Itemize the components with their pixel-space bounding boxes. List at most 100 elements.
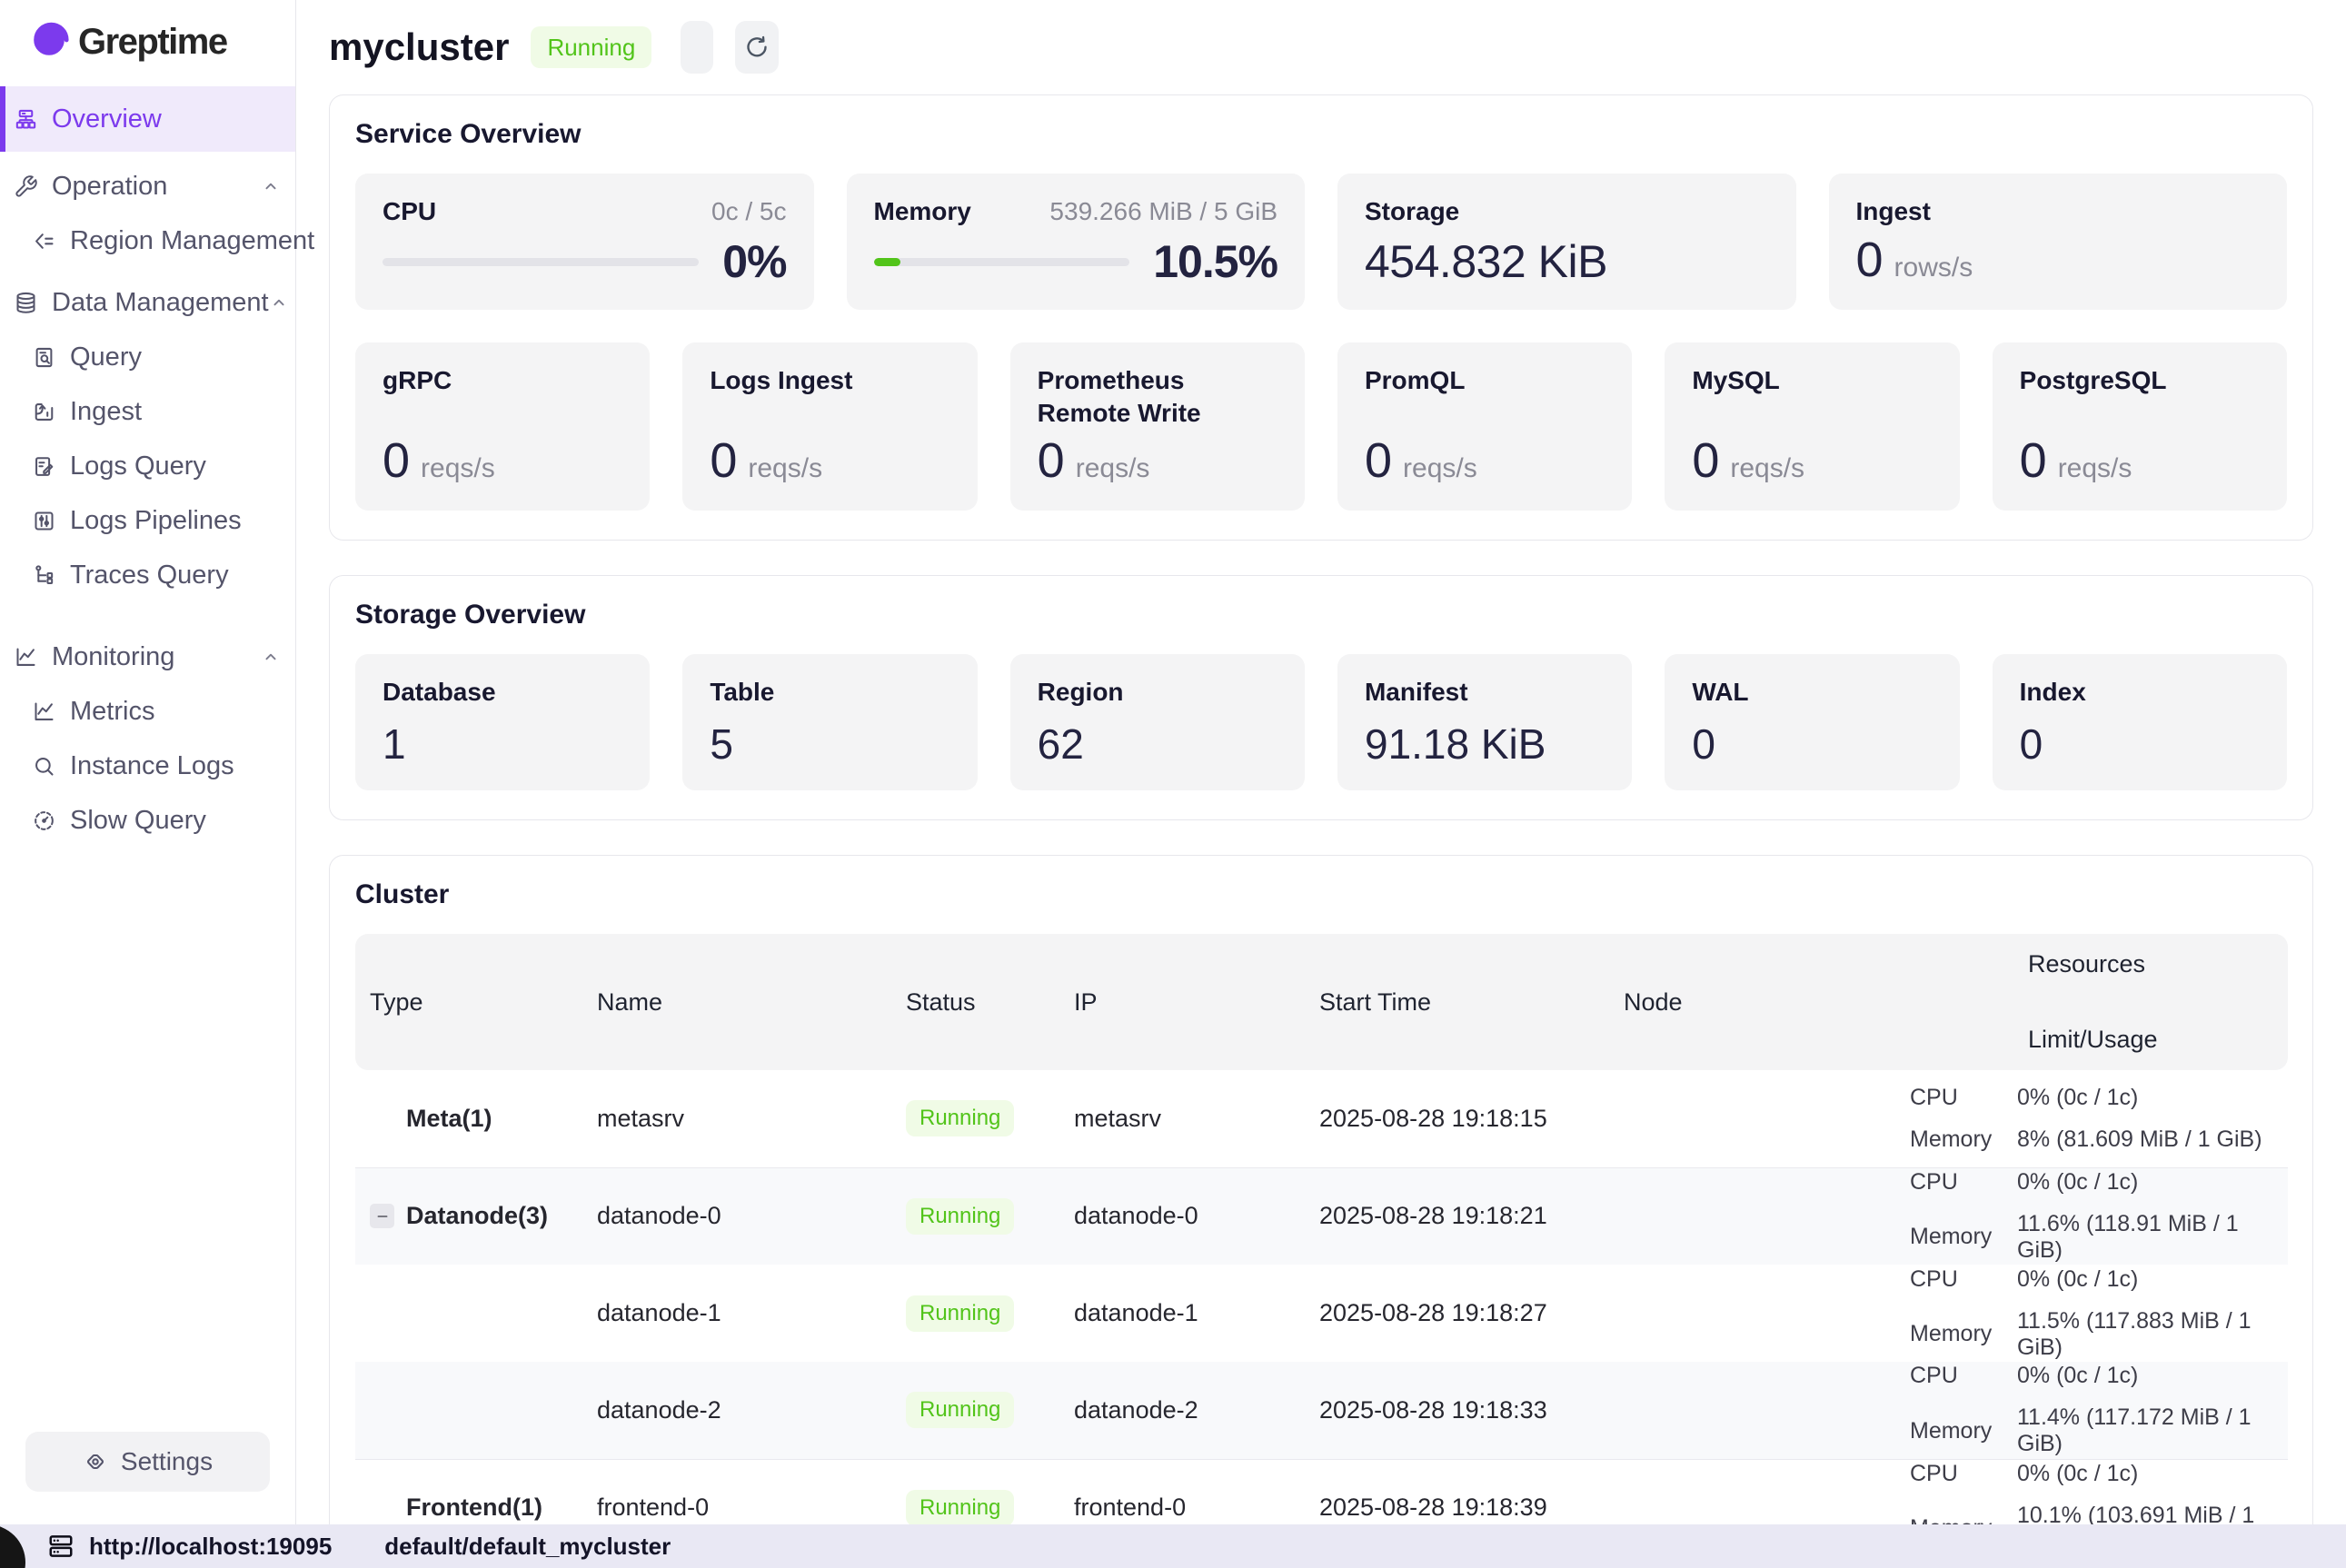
row-node: [1609, 1265, 1895, 1362]
grpc-unit: reqs/s: [421, 453, 495, 484]
main-content: mycluster Running Service Overview CPU 0…: [296, 0, 2346, 1524]
memory-resource-value: 11.6% (118.91 MiB / 1 GiB): [2017, 1211, 2288, 1264]
row-start-time: 2025-08-28 19:18:27: [1305, 1265, 1609, 1362]
sidebar-item-label: Ingest: [70, 397, 142, 427]
cpu-progressbar: [383, 258, 699, 266]
sidebar-item-label: Data Management: [52, 288, 269, 318]
sidebar-item-slow-query[interactable]: Slow Query: [0, 793, 295, 848]
index-label: Index: [2020, 676, 2260, 709]
sidebar-item-label: Operation: [52, 172, 167, 202]
logs-ingest-label: Logs Ingest: [710, 364, 949, 397]
table-label: Table: [710, 676, 949, 709]
settings-button[interactable]: Settings: [25, 1432, 270, 1492]
chevron-up-icon[interactable]: [261, 176, 281, 196]
memory-resource-label: Memory: [1910, 1515, 2017, 1524]
wal-card: WAL 0: [1665, 654, 1959, 790]
sidebar-item-label: Traces Query: [70, 561, 229, 590]
manifest-label: Manifest: [1365, 676, 1605, 709]
overview-icon: [14, 107, 38, 132]
row-type: Meta(1): [406, 1105, 492, 1133]
metrics-icon: [32, 700, 56, 724]
col-resources-label: Resources: [2028, 950, 2288, 978]
memory-quota: 539.266 MiB / 5 GiB: [1049, 197, 1277, 226]
status-badge: Running: [906, 1490, 1014, 1525]
sidebar-item-region-management[interactable]: Region Management: [0, 213, 295, 268]
sidebar-item-label: Query: [70, 342, 142, 372]
sidebar-group-data-management[interactable]: Data Management: [0, 275, 295, 330]
sidebar-group-operation[interactable]: Operation: [0, 159, 295, 213]
col-start-time: Start Time: [1305, 934, 1609, 1070]
brand-name: Greptime: [78, 22, 227, 63]
storage-overview-row: Database 1 Table 5 Region 62 Manifest 91…: [355, 654, 2287, 790]
current-database: default/default_mycluster: [384, 1533, 671, 1561]
mysql-unit: reqs/s: [1730, 453, 1804, 484]
cpu-resource-label: CPU: [1910, 1363, 2017, 1389]
postgresql-card: PostgreSQL 0reqs/s: [1993, 342, 2287, 511]
prometheus-remote-write-label: Prometheus Remote Write: [1038, 364, 1277, 431]
sidebar-item-logs-query[interactable]: Logs Query: [0, 439, 295, 493]
row-ip: datanode-1: [1059, 1265, 1305, 1362]
region-label: Region: [1038, 676, 1277, 709]
sidebar-item-overview[interactable]: Overview: [0, 86, 295, 152]
cpu-resource-value: 0% (0c / 1c): [2017, 1363, 2288, 1389]
sidebar-item-label: Metrics: [70, 697, 154, 727]
ingest-unit: rows/s: [1894, 253, 1973, 283]
promql-label: PromQL: [1365, 364, 1605, 397]
storage-overview-panel: Storage Overview Database 1 Table 5 Regi…: [329, 575, 2313, 820]
manifest-value: 91.18 KiB: [1365, 719, 1605, 769]
sidebar-item-traces-query[interactable]: Traces Query: [0, 548, 295, 602]
sidebar-item-metrics[interactable]: Metrics: [0, 684, 295, 739]
row-start-time: 2025-08-28 19:18:21: [1305, 1167, 1609, 1265]
memory-resource-value: 11.4% (117.172 MiB / 1 GiB): [2017, 1404, 2288, 1457]
chevron-up-icon[interactable]: [269, 293, 289, 313]
col-node: Node: [1609, 934, 1895, 1070]
status-badge: Running: [906, 1392, 1014, 1428]
search-icon: [32, 754, 56, 779]
prometheus-remote-write-value: 0: [1038, 432, 1065, 489]
row-name: metasrv: [582, 1070, 891, 1167]
row-name: datanode-1: [582, 1265, 891, 1362]
sidebar-item-instance-logs[interactable]: Instance Logs: [0, 739, 295, 793]
sidebar-group-monitoring[interactable]: Monitoring: [0, 630, 295, 684]
minus-icon: [375, 1209, 390, 1224]
refresh-icon: [743, 34, 770, 61]
database-icon: [14, 291, 38, 315]
refresh-button[interactable]: [735, 21, 779, 74]
collapse-group-button[interactable]: [370, 1204, 394, 1228]
memory-card: Memory 539.266 MiB / 5 GiB 10.5%: [847, 174, 1306, 310]
service-rates-row: gRPC 0reqs/s Logs Ingest 0reqs/s Prometh…: [355, 342, 2287, 511]
sidebar-item-ingest[interactable]: Ingest: [0, 384, 295, 439]
row-ip: datanode-2: [1059, 1362, 1305, 1459]
cpu-percent: 0%: [722, 235, 786, 288]
ingest-value: 0: [1856, 232, 1884, 288]
sidebar-item-logs-pipelines[interactable]: Logs Pipelines: [0, 493, 295, 548]
service-overview-title: Service Overview: [355, 119, 2287, 150]
chevron-up-icon[interactable]: [261, 647, 281, 667]
corner-widget[interactable]: [0, 1524, 25, 1568]
cpu-resource-value: 0% (0c / 1c): [2017, 1085, 2288, 1111]
sidebar-item-query[interactable]: Query: [0, 330, 295, 384]
sidebar-item-label: Monitoring: [52, 642, 174, 672]
settings-container: Settings: [0, 1432, 295, 1524]
row-node: [1609, 1167, 1895, 1265]
manifest-card: Manifest 91.18 KiB: [1337, 654, 1632, 790]
sidebar-item-label: Slow Query: [70, 806, 206, 836]
cluster-actions-button[interactable]: [681, 21, 713, 74]
sidebar-item-label: Logs Query: [70, 452, 206, 481]
sidebar-item-label: Region Management: [70, 226, 314, 256]
ingest-label: Ingest: [1856, 195, 2261, 228]
app-root: Greptime Overview Operation: [0, 0, 2346, 1524]
postgresql-unit: reqs/s: [2058, 453, 2132, 484]
row-start-time: 2025-08-28 19:18:39: [1305, 1459, 1609, 1524]
promql-card: PromQL 0reqs/s: [1337, 342, 1632, 511]
service-overview-panel: Service Overview CPU 0c / 5c 0% Memory: [329, 94, 2313, 541]
database-label: Database: [383, 676, 622, 709]
cluster-table-header: Type Name Status IP Start Time Node Reso…: [355, 934, 2288, 1070]
table-row-metasrv: Meta(1) metasrv Running metasrv 2025-08-…: [355, 1070, 2288, 1167]
traces-query-icon: [32, 563, 56, 588]
table-row-datanode-2: datanode-2 Running datanode-2 2025-08-28…: [355, 1362, 2288, 1459]
logs-ingest-card: Logs Ingest 0reqs/s: [682, 342, 977, 511]
row-start-time: 2025-08-28 19:18:15: [1305, 1070, 1609, 1167]
topbar: mycluster Running: [329, 0, 2313, 94]
greptime-spiral-icon: [27, 18, 71, 66]
